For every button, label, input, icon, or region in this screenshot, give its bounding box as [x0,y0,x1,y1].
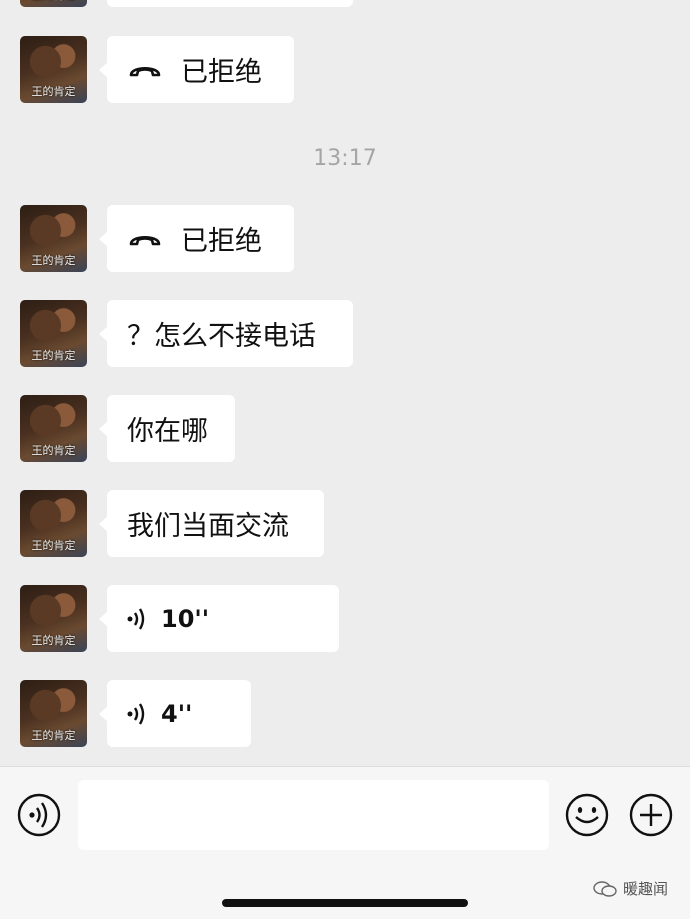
avatar-caption: 王的肯定 [20,0,87,3]
timestamp: 13:17 [313,146,377,171]
message-input[interactable] [78,780,549,850]
watermark-logo-icon [593,880,617,898]
voice-duration: 10'' [161,604,210,633]
call-status-text: 已拒绝 [181,226,262,257]
input-bar: 暖趣闻 [0,766,690,919]
message-bubble-partial[interactable] [107,0,353,7]
message-text: ？怎么不接电话 [127,321,316,352]
watermark: 暖趣闻 [593,878,668,899]
chat-area: 王的肯定 王的肯定 已拒绝 13:17 王的肯定 已拒绝 王的肯定 ？怎么不接电… [0,0,690,766]
avatar-caption: 王的肯定 [31,634,76,647]
avatar-caption: 王的肯定 [31,254,76,267]
avatar-caption: 王的肯定 [31,85,76,98]
avatar[interactable]: 王的肯定 [20,300,87,367]
text-message-bubble[interactable]: 我们当面交流 [99,490,324,557]
text-message-bubble[interactable]: 你在哪 [99,395,235,462]
text-message-bubble[interactable]: ？怎么不接电话 [99,300,353,367]
avatar[interactable]: 王的肯定 [20,395,87,462]
call-record-bubble[interactable]: 已拒绝 [99,205,294,272]
avatar-caption: 王的肯定 [31,444,76,457]
avatar-caption: 王的肯定 [31,349,76,362]
voice-message-bubble[interactable]: 4'' [99,680,251,747]
phone-hangup-icon [127,229,163,249]
message-text: 我们当面交流 [127,511,289,542]
voice-toggle-icon[interactable] [17,793,61,841]
avatar-caption: 王的肯定 [31,729,76,742]
plus-icon[interactable] [629,793,673,841]
avatar[interactable]: 王的肯定 [20,36,87,103]
message-text: 你在哪 [127,416,208,447]
avatar[interactable]: 王的肯定 [20,205,87,272]
avatar[interactable]: 王的肯定 [20,0,87,7]
watermark-text: 暖趣闻 [622,880,668,898]
call-record-bubble[interactable]: 已拒绝 [99,36,294,103]
avatar[interactable]: 王的肯定 [20,680,87,747]
call-status-text: 已拒绝 [181,57,262,88]
avatar-caption: 王的肯定 [31,539,76,552]
avatar[interactable]: 王的肯定 [20,585,87,652]
voice-wave-icon [127,606,149,632]
voice-wave-icon [127,701,149,727]
home-indicator[interactable] [222,899,468,907]
phone-hangup-icon [127,60,163,80]
voice-message-bubble[interactable]: 10'' [99,585,339,652]
avatar[interactable]: 王的肯定 [20,490,87,557]
voice-duration: 4'' [161,699,193,728]
emoji-icon[interactable] [565,793,609,841]
